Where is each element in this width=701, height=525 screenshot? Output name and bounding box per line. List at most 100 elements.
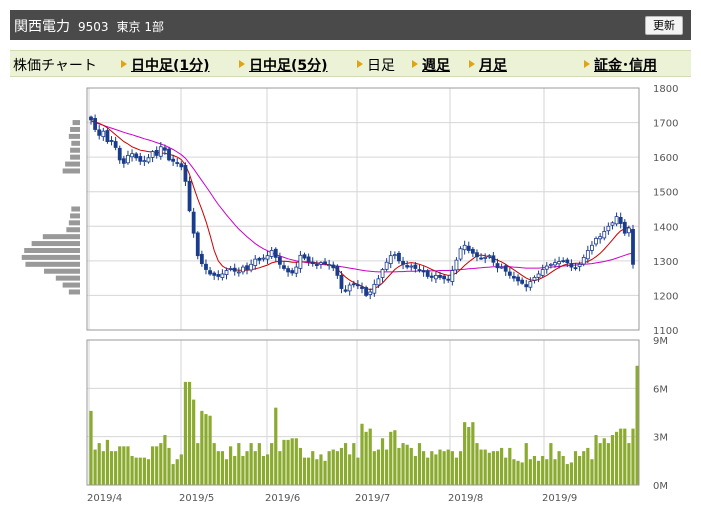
volume-bar [434,454,438,485]
volume-bar [397,447,401,485]
candle-body [355,284,360,287]
volume-profile-bar [65,161,80,167]
volume-bar [454,457,459,485]
volume-bar [130,456,134,485]
candle-body [540,269,545,276]
volume-bar [582,451,586,485]
candle-body [372,283,377,294]
volume-profile-bar [44,268,80,274]
candle-body [323,261,327,265]
volume-bar [508,447,512,485]
candle-body [495,263,500,269]
volume-bar [578,456,582,485]
volume-tick-label: 0M [653,481,668,492]
volume-bar [311,451,315,485]
volume-profile-bar [66,227,80,233]
candle-body [516,276,520,282]
volume-tick-label: 9M [653,336,668,347]
candle-body [565,259,570,263]
candle-body [335,265,340,276]
volume-profile-bar [70,154,80,160]
candle-body [236,271,241,274]
volume-bar [343,443,348,485]
volume-bar [380,438,385,485]
volume-profile-bar [55,275,80,281]
volume-bar [93,449,97,485]
candle-body [438,274,442,278]
candle-body [158,146,163,157]
volume-profile-bar [42,234,80,240]
volume-bar [426,457,430,485]
volume-bar [294,438,298,485]
candle-body [598,236,603,240]
candle-body [134,153,139,159]
candle-body [306,256,311,262]
volume-bar [200,410,204,485]
volume-bar [245,451,249,485]
volume-bar [171,464,175,485]
volume-profile-bar [68,133,80,139]
volume-bar [249,443,253,485]
candle-body [175,162,180,164]
candle-body [179,163,184,168]
volume-bar [183,381,188,485]
volume-bar [175,459,179,485]
candle-body [93,118,98,130]
candle-body [606,225,611,232]
volume-bar [545,459,549,485]
volume-bar [631,428,635,485]
volume-bar [89,410,93,485]
volume-bar [438,449,442,485]
candle-body [101,130,106,138]
date-tick-label: 2019/8 [448,493,483,504]
candle-body [269,250,274,257]
candle-body [388,255,393,265]
price-tick-label: 1500 [653,188,678,199]
candle-body [450,270,455,282]
volume-bar [118,446,122,485]
candle-body [470,248,475,254]
volume-profile-bar [70,147,80,153]
candle-body [277,256,282,265]
volume-bar [520,462,524,485]
candle-body [195,232,200,257]
volume-bar [142,457,146,485]
candle-body [405,265,410,268]
volume-bar [159,443,163,485]
price-tick-label: 1600 [653,153,678,164]
candle-body [487,255,492,258]
price-tick-label: 1300 [653,257,678,268]
volume-bar [307,457,311,485]
candle-body [360,286,364,289]
volume-bar [319,454,323,485]
volume-bar [442,451,446,485]
volume-bar [339,447,344,485]
candle-body [392,254,397,257]
candle-body [425,270,430,277]
candle-body [253,258,258,266]
candle-body [368,291,373,296]
volume-bar [565,464,569,485]
candle-body [520,279,525,284]
volume-bar [331,449,335,485]
candle-body [561,260,566,263]
candle-body [364,287,369,296]
volume-bar [619,428,623,485]
candle-body [466,245,471,251]
candle-body [376,278,381,286]
volume-bar [356,457,360,485]
volume-bar [179,454,183,485]
candle-body [610,222,615,226]
candle-body [113,141,118,148]
volume-bar [524,443,528,485]
volume-bar [376,449,381,485]
candle-body [257,257,262,261]
candle-body [187,180,192,212]
candle-body [171,158,176,162]
volume-bar [561,456,565,485]
volume-tick-label: 6M [653,384,668,395]
volume-bar [413,456,417,485]
volume-bar [220,451,224,485]
volume-bar [467,427,471,485]
price-tick-label: 1400 [653,222,678,233]
